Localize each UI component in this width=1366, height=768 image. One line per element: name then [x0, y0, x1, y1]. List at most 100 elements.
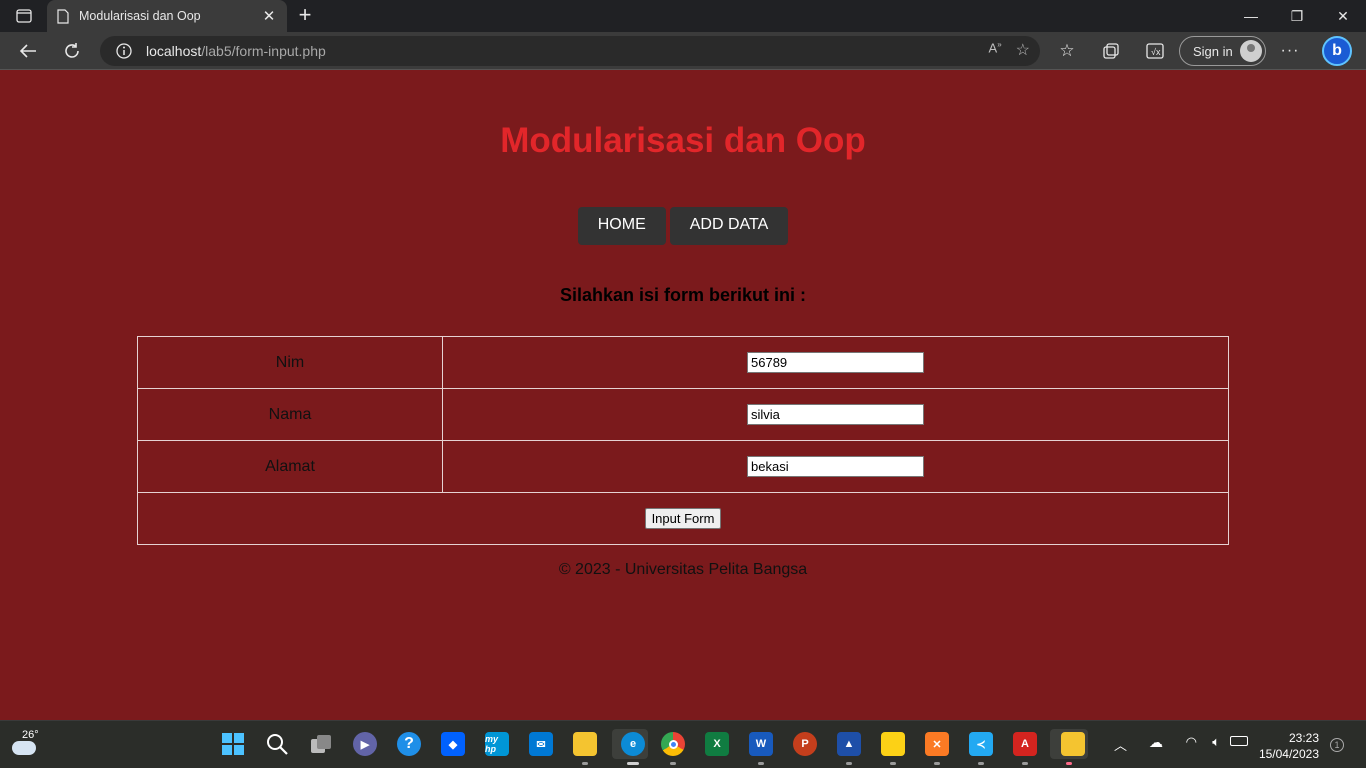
clock-date: 15/04/2023 — [1258, 747, 1319, 761]
mail-icon: ✉ — [529, 732, 553, 756]
url-path: /lab5/form-input.php — [201, 43, 326, 59]
address-bar[interactable]: localhost/lab5/form-input.php A» ☆ — [100, 36, 1040, 66]
field-label-nim: Nim — [137, 336, 443, 389]
word-icon: W — [749, 732, 773, 756]
input-form-table: Nim Nama Alamat Input Form — [137, 336, 1229, 545]
wifi-icon[interactable]: ◠ — [1186, 734, 1197, 750]
nav-add-data-link[interactable]: ADD DATA — [669, 207, 789, 245]
reload-button[interactable] — [58, 37, 86, 65]
favorites-icon: ☆ — [1059, 41, 1075, 60]
minimize-button[interactable]: — — [1228, 0, 1274, 32]
powerpoint-app[interactable]: P — [790, 729, 820, 759]
clock[interactable]: 23:23 15/04/2023 — [1259, 730, 1319, 762]
word-app[interactable]: W — [746, 729, 776, 765]
task-view-icon — [311, 735, 331, 753]
tab-title: Modularisasi dan Oop — [79, 9, 201, 23]
file-explorer-app[interactable] — [570, 729, 600, 765]
scanner-icon: ▲ — [837, 732, 861, 756]
bing-copilot-icon[interactable]: b — [1322, 36, 1352, 66]
running-indicator — [1066, 762, 1072, 765]
running-indicator — [1022, 762, 1028, 765]
task-view-button[interactable] — [306, 729, 336, 759]
tab-actions-button[interactable] — [8, 4, 40, 28]
mail-app[interactable]: ✉ — [526, 729, 556, 759]
page-content: Modularisasi dan Oop HOME ADD DATA Silah… — [0, 71, 1366, 720]
nim-input[interactable] — [747, 352, 924, 373]
favorites-button[interactable]: ☆ — [1053, 37, 1081, 65]
browser-tab[interactable]: Modularisasi dan Oop ✕ — [47, 0, 287, 32]
back-button[interactable] — [14, 37, 42, 65]
input-form-button[interactable]: Input Form — [644, 508, 722, 529]
myhp-app[interactable]: my hp — [482, 729, 512, 759]
nav-home-link[interactable]: HOME — [577, 207, 666, 245]
url-host: localhost — [146, 43, 202, 59]
chrome-icon — [661, 732, 685, 756]
vscode-app[interactable]: ≺ — [966, 729, 996, 765]
scanner-app[interactable]: ▲ — [834, 729, 864, 765]
teams-chat-app[interactable]: ▶ — [350, 729, 380, 759]
form-instructions: Silahkan isi form berikut ini : — [559, 285, 807, 305]
collections-button[interactable] — [1097, 37, 1125, 65]
site-info-icon[interactable] — [116, 43, 132, 59]
excel-app[interactable]: X — [702, 729, 732, 759]
battery-icon[interactable] — [1230, 736, 1248, 746]
powerpoint-icon: P — [793, 732, 817, 756]
dropbox-app[interactable]: ◆ — [438, 729, 468, 759]
alamat-input[interactable] — [747, 456, 924, 477]
acrobat-app[interactable]: A — [1010, 729, 1040, 765]
close-window-button[interactable]: ✕ — [1320, 0, 1366, 32]
acrobat-icon: A — [1013, 732, 1037, 756]
edge-icon: e — [621, 732, 645, 756]
folder-icon — [573, 732, 597, 756]
running-indicator — [846, 762, 852, 765]
windows-taskbar: 26° ▶ ? ◆ my hp ✉ e X W P ▲ ✕ ≺ A ︿ ☁ ◠ … — [0, 720, 1366, 768]
svg-text:√x: √x — [1151, 47, 1161, 57]
show-hidden-icons-icon[interactable]: ︿ — [1114, 735, 1127, 754]
form-row-alamat: Alamat — [137, 440, 1229, 493]
running-indicator — [978, 762, 984, 765]
form-row-nama: Nama — [137, 388, 1229, 441]
weather-temp: 26° — [22, 729, 39, 741]
nama-input[interactable] — [747, 404, 924, 425]
chrome-app[interactable] — [658, 729, 688, 765]
new-tab-button[interactable]: + — [292, 4, 318, 28]
sticky-notes-icon — [881, 732, 905, 756]
vscode-icon: ≺ — [969, 732, 993, 756]
dropbox-icon: ◆ — [441, 732, 465, 756]
field-label-nama: Nama — [137, 388, 443, 441]
add-favorite-icon[interactable]: ☆ — [1016, 40, 1030, 60]
start-button[interactable] — [218, 729, 248, 759]
form-row-submit: Input Form — [137, 492, 1229, 545]
form-row-nim: Nim — [137, 336, 1229, 389]
sign-in-button[interactable]: Sign in — [1179, 36, 1266, 66]
sticky-notes-app[interactable] — [878, 729, 908, 765]
volume-icon[interactable]: 🔈︎ — [1212, 734, 1220, 750]
running-indicator — [627, 762, 639, 765]
weather-cloud-icon — [12, 741, 36, 755]
address-bar-icons: A» ☆ — [989, 40, 1030, 60]
collections-icon — [1103, 43, 1119, 59]
onedrive-icon[interactable]: ☁ — [1149, 734, 1163, 751]
running-indicator — [582, 762, 588, 765]
xampp-app[interactable]: ✕ — [922, 729, 952, 765]
field-label-alamat: Alamat — [137, 440, 443, 493]
math-solver-icon: √x — [1146, 43, 1164, 59]
restore-button[interactable]: ❐ — [1274, 0, 1320, 32]
weather-widget[interactable]: 26° — [8, 729, 42, 761]
search-icon — [267, 734, 288, 755]
edge-app[interactable]: e — [612, 729, 648, 765]
notification-badge[interactable]: 1 — [1330, 738, 1344, 752]
file-explorer-active-app[interactable] — [1050, 729, 1088, 765]
settings-more-button[interactable]: ··· — [1276, 37, 1304, 65]
running-indicator — [670, 762, 676, 765]
page-icon — [57, 8, 69, 24]
close-tab-icon[interactable]: ✕ — [261, 7, 277, 25]
read-aloud-icon[interactable]: A» — [989, 40, 1002, 60]
url-text: localhost/lab5/form-input.php — [146, 43, 326, 59]
help-icon: ? — [397, 732, 421, 756]
search-button[interactable] — [262, 729, 292, 759]
get-help-app[interactable]: ? — [394, 729, 424, 759]
folder-user-icon — [1060, 732, 1085, 756]
math-solver-button[interactable]: √x — [1141, 37, 1169, 65]
teams-chat-icon: ▶ — [353, 732, 377, 756]
